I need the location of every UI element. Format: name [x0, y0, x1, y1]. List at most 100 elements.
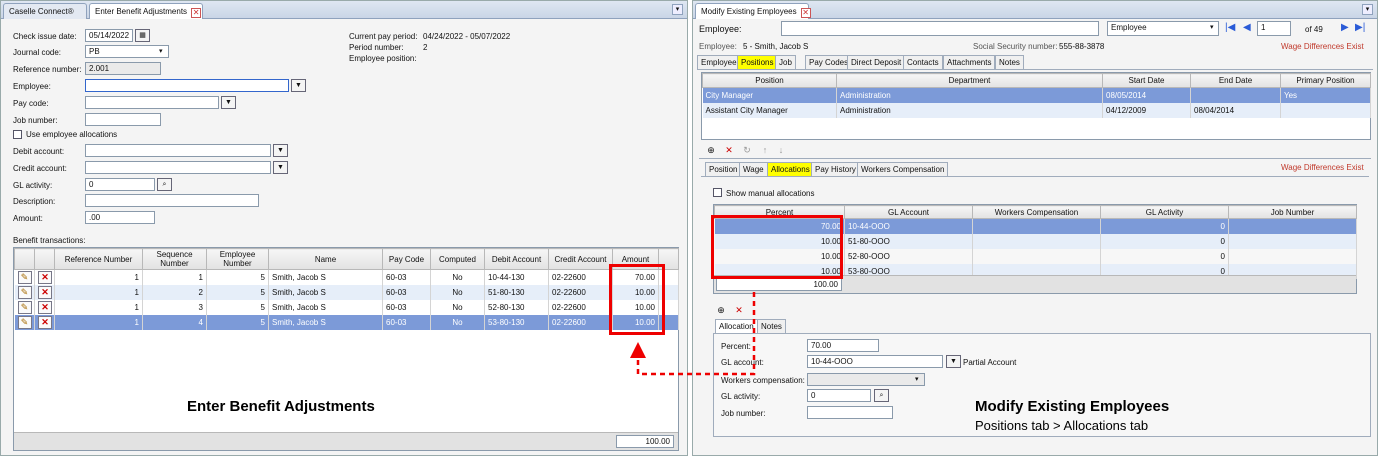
header-position[interactable]: Position [702, 73, 837, 88]
tab-notes[interactable]: Notes [995, 55, 1024, 69]
delete-allocation-icon[interactable]: ✕ [733, 304, 745, 316]
employee-position-label: Employee position: [349, 54, 417, 63]
header-start-date[interactable]: Start Date [1102, 73, 1191, 88]
header-credit-account[interactable]: Credit Account [548, 248, 613, 270]
table-row[interactable]: Assistant City Manager Administration 04/1… [702, 102, 1371, 118]
header-employee-number[interactable]: Employee Number [206, 248, 269, 270]
tab-menu-chevron-icon[interactable]: ▾ [1362, 4, 1373, 15]
header-name[interactable]: Name [268, 248, 383, 270]
employee-lookup-chevron-icon[interactable]: ▼ [291, 79, 306, 92]
tab-modify-existing-employees[interactable]: Modify Existing Employees ✕ [695, 3, 811, 19]
header-workers-compensation[interactable]: Workers Compensation [972, 205, 1101, 219]
record-number-input[interactable]: 1 [1257, 21, 1291, 36]
amount-input[interactable]: .00 [85, 211, 155, 224]
tab-pay-history[interactable]: Pay History [811, 162, 860, 176]
table-row[interactable]: ✎ ✕ 1 1 5 Smith, Jacob S 60-03 No 10-44-130 02-22… [14, 269, 679, 285]
pay-code-chevron-icon[interactable]: ▼ [221, 96, 236, 109]
tab-position[interactable]: Position [705, 162, 742, 176]
header-department[interactable]: Department [836, 73, 1103, 88]
job-number-input[interactable] [85, 113, 161, 126]
header-pay-code[interactable]: Pay Code [382, 248, 431, 270]
header-gl-activity[interactable]: GL Activity [1100, 205, 1229, 219]
edit-pencil-icon[interactable]: ✎ [17, 285, 32, 299]
detail-job-number-input[interactable] [807, 406, 893, 419]
tab-wage[interactable]: Wage [739, 162, 768, 176]
next-record-icon[interactable]: ▶ [1341, 22, 1349, 33]
delete-icon[interactable]: ✕ [38, 285, 52, 299]
table-cell [972, 218, 1101, 234]
delete-row-icon[interactable]: ✕ [723, 144, 735, 156]
tab-caselle-connect[interactable]: Caselle Connect® [3, 3, 87, 19]
edit-pencil-icon[interactable]: ✎ [17, 300, 32, 314]
last-record-icon[interactable]: ▶| [1355, 22, 1365, 33]
gl-activity-input[interactable]: 0 [85, 178, 155, 191]
credit-account-chevron-icon[interactable]: ▼ [273, 161, 288, 174]
table-cell [1228, 233, 1357, 249]
credit-account-input[interactable] [85, 161, 271, 174]
tab-allocation-notes[interactable]: Notes [757, 319, 786, 333]
header-job-number[interactable]: Job Number [1228, 205, 1357, 219]
close-icon[interactable]: ✕ [800, 8, 811, 18]
positions-grid: Position Department Start Date End Date … [701, 72, 1371, 140]
search-by-select[interactable]: Employee [1107, 21, 1219, 36]
refresh-icon[interactable]: ↻ [741, 144, 753, 156]
use-allocations-checkbox[interactable] [13, 130, 22, 139]
employee-search-input[interactable] [781, 21, 1099, 36]
tab-enter-benefit-adjustments[interactable]: Enter Benefit Adjustments ✕ [89, 3, 203, 19]
header-computed[interactable]: Computed [430, 248, 485, 270]
table-cell [1190, 87, 1281, 103]
header-gl-account[interactable]: GL Account [844, 205, 973, 219]
percent-input[interactable]: 70.00 [807, 339, 879, 352]
check-issue-date-input[interactable]: 05/14/2022 [85, 29, 133, 42]
tab-pay-codes[interactable]: Pay Codes [805, 55, 853, 69]
tab-direct-deposit[interactable]: Direct Deposit [847, 55, 906, 69]
table-row[interactable]: ✎ ✕ 1 4 5 Smith, Jacob S 60-03 No 53-80-130 02-22… [14, 314, 679, 330]
move-up-icon[interactable]: ↑ [759, 144, 771, 156]
tab-menu-chevron-icon[interactable]: ▾ [672, 4, 683, 15]
delete-icon[interactable]: ✕ [38, 270, 52, 284]
tab-attachments[interactable]: Attachments [943, 55, 996, 69]
first-record-icon[interactable]: |◀ [1225, 22, 1235, 33]
move-down-icon[interactable]: ↓ [775, 144, 787, 156]
amount-label: Amount: [13, 214, 43, 223]
tab-workers-compensation[interactable]: Workers Compensation [857, 162, 949, 176]
detail-gl-activity-input[interactable]: 0 [807, 389, 871, 402]
edit-pencil-icon[interactable]: ✎ [17, 315, 32, 329]
pay-code-input[interactable] [85, 96, 219, 109]
journal-code-select[interactable]: PB [85, 45, 169, 58]
header-end-date[interactable]: End Date [1190, 73, 1281, 88]
header-sequence-number[interactable]: Sequence Number [142, 248, 207, 270]
binoculars-icon[interactable]: ⌕ [874, 389, 889, 402]
table-cell: 3 [142, 299, 207, 315]
tab-job[interactable]: Job [775, 55, 796, 69]
header-debit-account[interactable]: Debit Account [484, 248, 549, 270]
table-row[interactable]: City Manager Administration 08/05/2014 Yes [702, 87, 1371, 103]
gl-account-chevron-icon[interactable]: ▼ [946, 355, 961, 368]
gl-account-input[interactable]: 10-44-OOO [807, 355, 943, 368]
tab-employee[interactable]: Employee [697, 55, 741, 69]
header-reference-number[interactable]: Reference Number [54, 248, 143, 270]
edit-pencil-icon[interactable]: ✎ [17, 270, 32, 284]
debit-account-chevron-icon[interactable]: ▼ [273, 144, 288, 157]
workers-compensation-select[interactable] [807, 373, 925, 386]
show-manual-allocations-checkbox[interactable] [713, 188, 722, 197]
table-row[interactable]: ✎ ✕ 1 3 5 Smith, Jacob S 60-03 No 52-80-130 02-22… [14, 299, 679, 315]
tab-allocation[interactable]: Allocation [715, 319, 758, 333]
add-row-icon[interactable]: ⊕ [705, 144, 717, 156]
employee-input[interactable] [85, 79, 289, 92]
tab-contacts[interactable]: Contacts [903, 55, 943, 69]
header-primary-position[interactable]: Primary Position [1280, 73, 1371, 88]
binoculars-icon[interactable]: ⌕ [157, 178, 172, 191]
description-input[interactable] [85, 194, 259, 207]
table-row[interactable]: ✎ ✕ 1 2 5 Smith, Jacob S 60-03 No 51-80-130 02-22… [14, 284, 679, 300]
tab-positions[interactable]: Positions [737, 55, 778, 69]
tab-allocations[interactable]: Allocations [767, 162, 814, 176]
delete-icon[interactable]: ✕ [38, 300, 52, 314]
add-allocation-icon[interactable]: ⊕ [715, 304, 727, 316]
delete-icon[interactable]: ✕ [38, 315, 52, 329]
employee-display-value: 5 - Smith, Jacob S [743, 42, 809, 51]
previous-record-icon[interactable]: ◀ [1243, 22, 1251, 33]
close-icon[interactable]: ✕ [191, 8, 202, 18]
debit-account-input[interactable] [85, 144, 271, 157]
calendar-icon[interactable]: ▦ [135, 29, 150, 42]
